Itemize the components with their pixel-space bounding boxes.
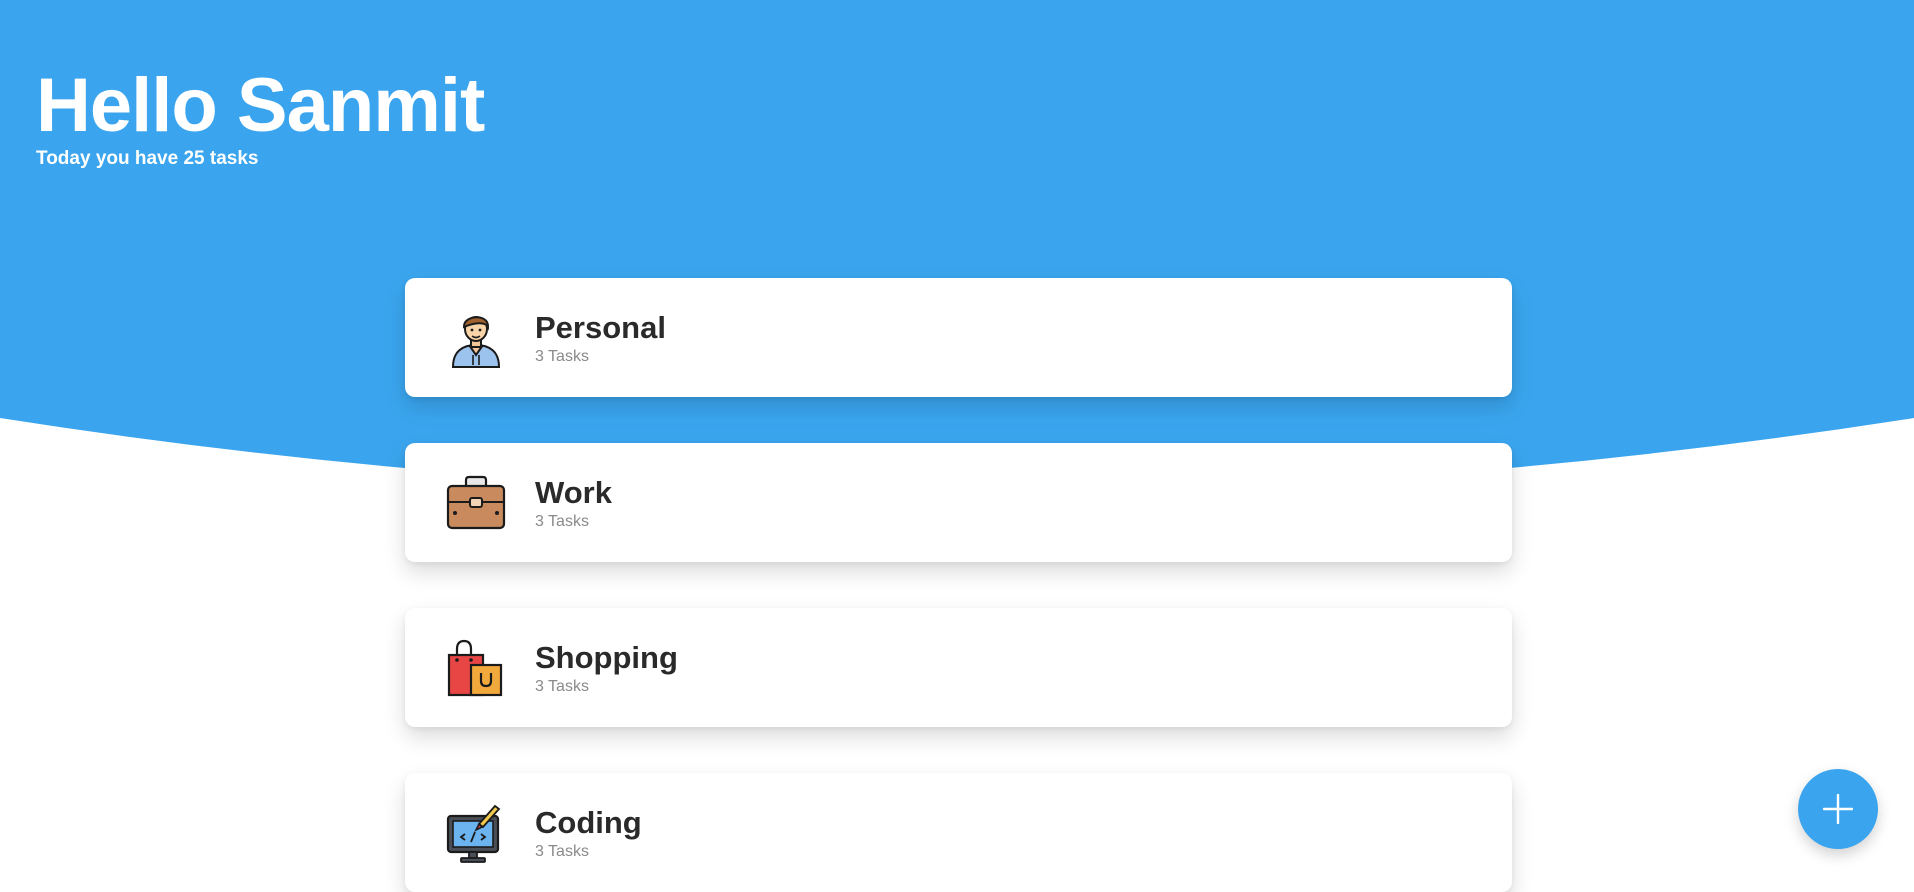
task-summary: Today you have 25 tasks [36, 148, 259, 169]
category-task-count: 3 Tasks [535, 843, 589, 860]
category-task-count: 3 Tasks [535, 348, 589, 365]
category-card-work[interactable]: Work 3 Tasks [405, 443, 1512, 562]
category-card-coding[interactable]: Coding 3 Tasks [405, 773, 1512, 892]
category-title: Work [535, 475, 612, 510]
code-monitor-icon [446, 804, 501, 863]
category-title: Shopping [535, 640, 678, 675]
shopping-bags-icon [447, 639, 503, 697]
category-card-shopping[interactable]: Shopping 3 Tasks [405, 608, 1512, 727]
person-avatar-icon [451, 316, 501, 368]
category-task-count: 3 Tasks [535, 678, 589, 695]
add-task-button[interactable] [1798, 769, 1878, 849]
category-card-personal[interactable]: Personal 3 Tasks [405, 278, 1512, 397]
category-task-count: 3 Tasks [535, 513, 589, 530]
plus-icon [1823, 794, 1853, 824]
greeting-title: Hello Sanmit [36, 63, 485, 148]
briefcase-icon [446, 475, 506, 530]
category-title: Personal [535, 310, 666, 345]
category-title: Coding [535, 805, 642, 840]
